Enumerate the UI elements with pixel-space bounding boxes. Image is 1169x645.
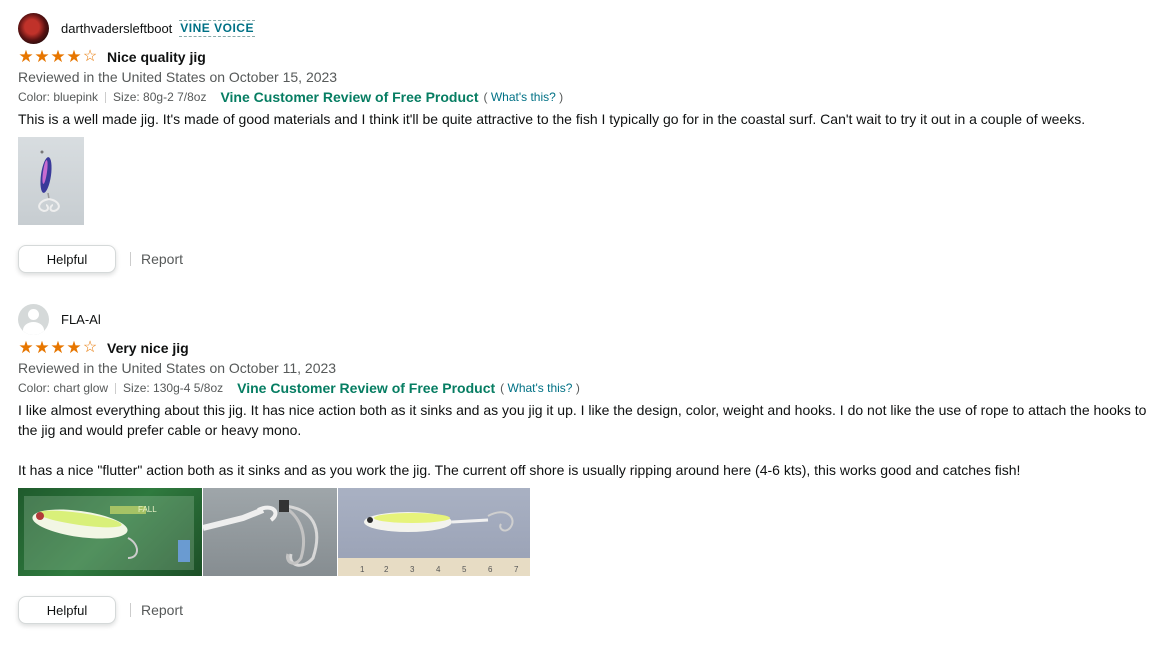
review-image-thumbnail[interactable] [18,137,84,225]
review-paragraph: I like almost everything about this jig.… [18,402,1147,438]
review-date: Reviewed in the United States on October… [18,360,337,376]
review-meta: Color: chart glow Size: 130g-4 5/8oz Vin… [18,381,1158,396]
jig-ruler-image: 1 2 3 4 5 6 7 [338,511,530,576]
color-variant[interactable]: Color: chart glow [18,381,108,396]
whats-this-text[interactable]: What's this? [491,90,556,104]
vine-review-label: Vine Customer Review of Free Product [220,89,479,105]
star-full-icon: ★ [18,338,34,357]
avatar[interactable] [18,303,49,335]
avatar[interactable] [18,12,49,44]
review-meta: Color: bluepink Size: 80g-2 7/8oz Vine C… [18,90,1158,105]
vine-review-label: Vine Customer Review of Free Product [237,380,496,396]
review-title-row: ★ ★ ★ ★ ☆ Nice quality jig [18,48,1158,65]
star-rating[interactable]: ★ ★ ★ ★ ☆ [18,48,98,65]
color-variant[interactable]: Color: bluepink [18,90,98,105]
packaged-jig-image: FALL [24,496,194,570]
star-empty-icon: ☆ [82,339,98,356]
review-date: Reviewed in the United States on October… [18,69,338,85]
star-full-icon: ★ [66,47,82,66]
star-full-icon: ★ [66,338,82,357]
ruler-number: 7 [514,565,519,574]
review-actions: Helpful Report [18,245,1158,273]
divider [130,252,131,266]
star-full-icon: ★ [34,338,50,357]
helpful-button[interactable]: Helpful [18,245,116,273]
review-body: This is a well made jig. It's made of go… [18,109,1158,129]
jig-image [38,150,60,213]
hooks-image [203,500,319,567]
star-full-icon: ★ [50,338,66,357]
ruler-number: 2 [384,565,389,574]
review-image-thumbnail[interactable]: 1 2 3 4 5 6 7 [338,488,530,576]
star-full-icon: ★ [50,47,66,66]
star-rating[interactable]: ★ ★ ★ ★ ☆ [18,339,98,356]
report-link[interactable]: Report [141,602,183,618]
package-label: FALL [138,505,157,514]
report-link[interactable]: Report [141,251,183,267]
star-empty-icon: ☆ [82,48,98,65]
reviewer-profile[interactable]: darthvadersleftboot VINE VOICE [18,12,1158,44]
reviewer-profile[interactable]: FLA-Al [18,303,1158,335]
review-paragraph: It has a nice "flutter" action both as i… [18,462,1021,478]
whats-this-link[interactable]: ( What's this? ) [483,90,563,105]
ruler-number: 6 [488,565,493,574]
review-body: I like almost everything about this jig.… [18,400,1158,480]
helpful-button[interactable]: Helpful [18,596,116,624]
whats-this-link[interactable]: ( What's this? ) [500,381,580,396]
ruler-number: 4 [436,565,441,574]
size-variant[interactable]: Size: 80g-2 7/8oz [113,90,206,105]
divider [115,383,117,394]
ruler-number: 3 [410,565,415,574]
star-full-icon: ★ [18,47,34,66]
review-image-thumbnail[interactable] [203,488,337,576]
divider [130,603,131,617]
review-image-thumbnail[interactable]: FALL [18,488,202,576]
size-variant[interactable]: Size: 130g-4 5/8oz [123,381,223,396]
star-full-icon: ★ [34,47,50,66]
vine-voice-badge[interactable]: VINE VOICE [179,19,255,37]
whats-this-text[interactable]: What's this? [508,381,573,395]
review-title-row: ★ ★ ★ ★ ☆ Very nice jig [18,339,1158,356]
ruler-number: 1 [360,565,365,574]
review-1: darthvadersleftboot VINE VOICE ★ ★ ★ ★ ☆… [18,12,1158,273]
review-actions: Helpful Report [18,596,1158,624]
review-paragraph: This is a well made jig. It's made of go… [18,111,1086,127]
reviewer-name[interactable]: FLA-Al [61,312,101,327]
review-2: FLA-Al ★ ★ ★ ★ ☆ Very nice jig Reviewed … [18,303,1158,624]
divider [105,92,107,103]
review-title[interactable]: Very nice jig [107,340,189,356]
ruler-number: 5 [462,565,467,574]
reviewer-name[interactable]: darthvadersleftboot [61,21,172,36]
review-title[interactable]: Nice quality jig [107,49,206,65]
